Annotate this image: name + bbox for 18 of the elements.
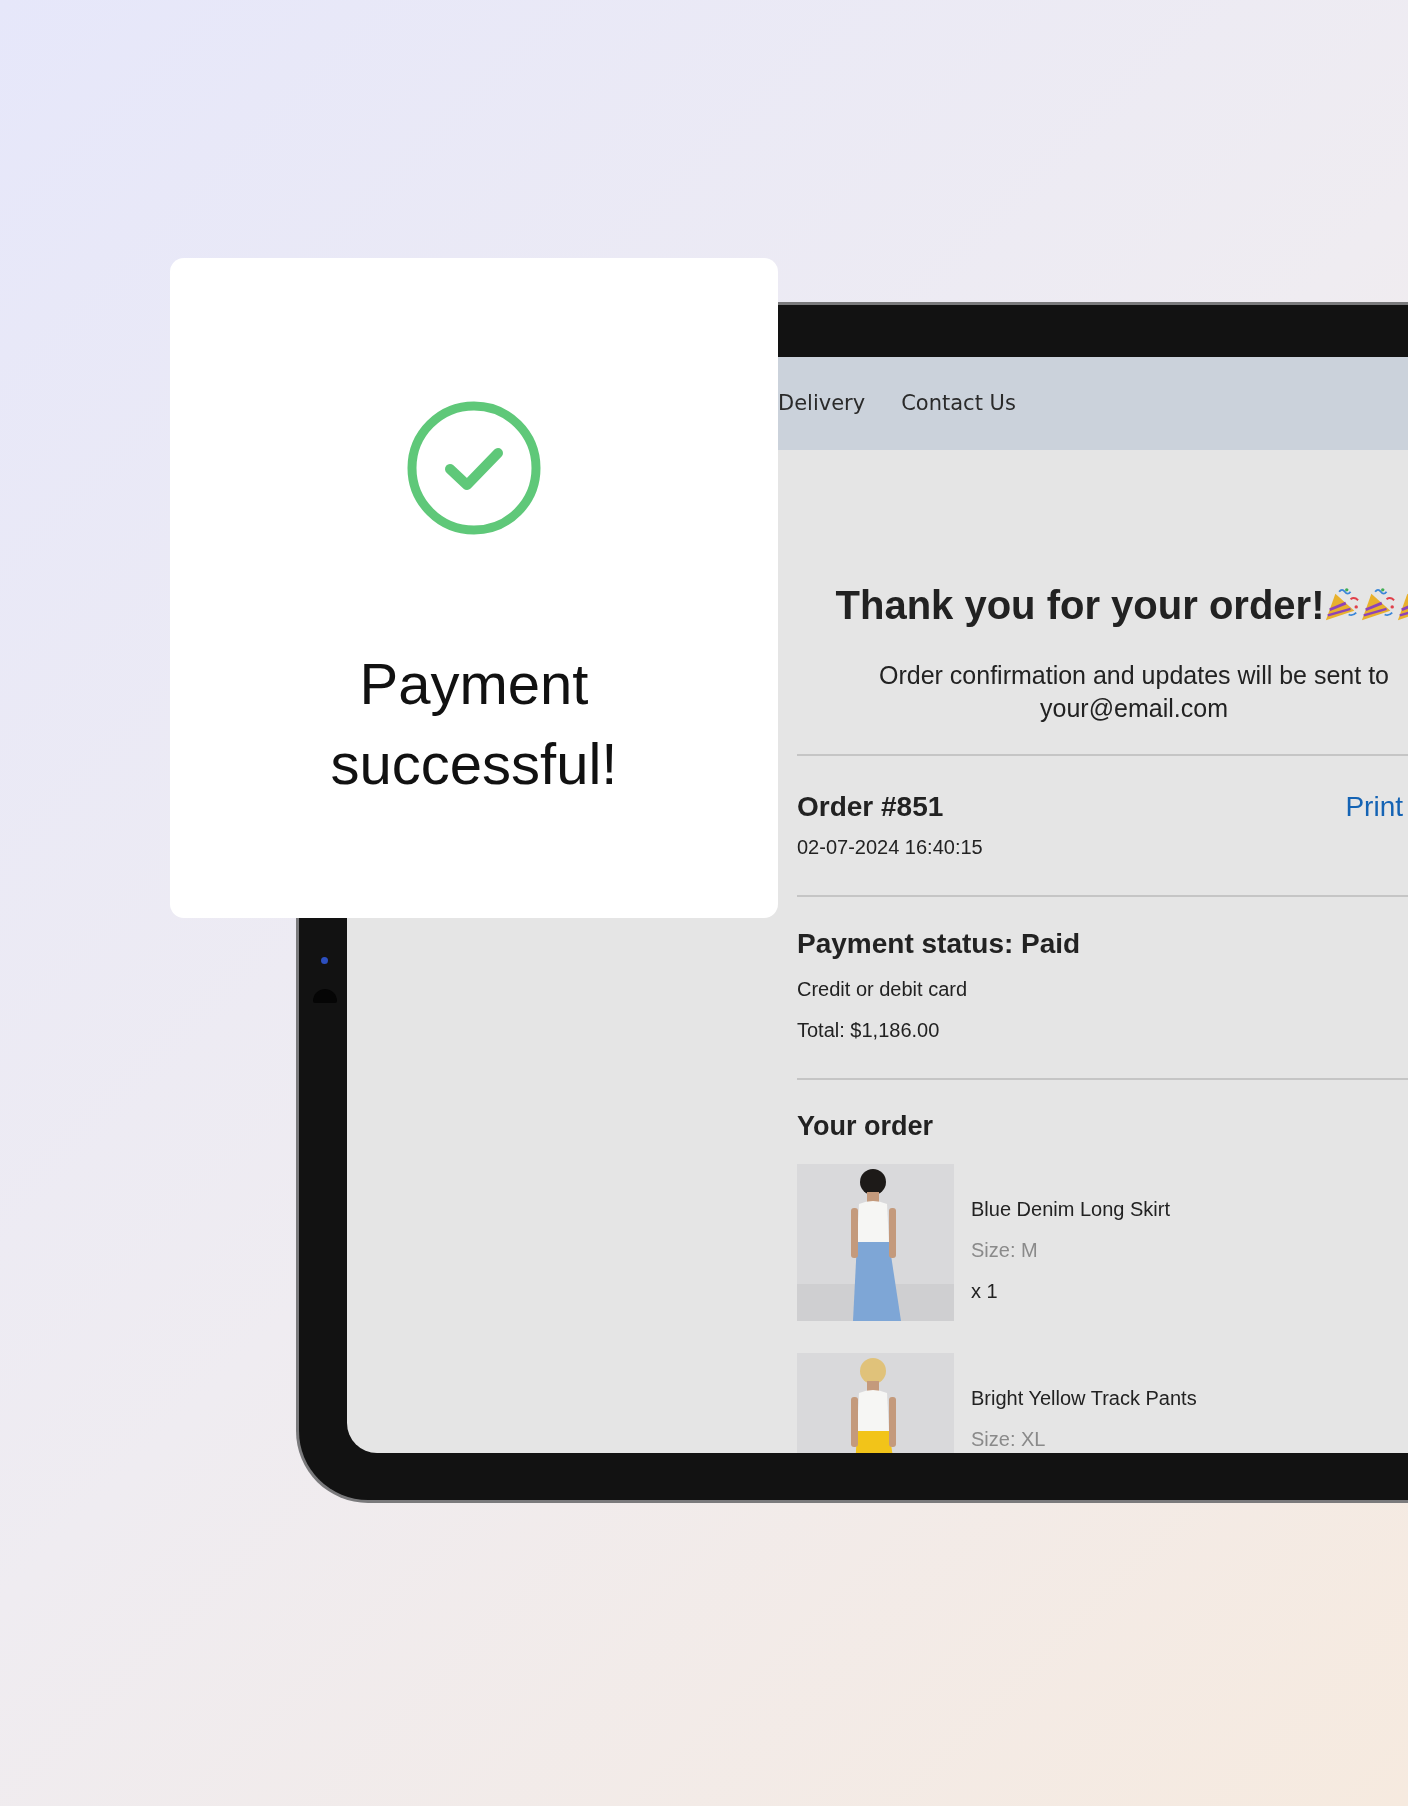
nav-link[interactable]: Delivery <box>778 387 866 420</box>
item-name: Blue Denim Long Skirt <box>971 1197 1170 1222</box>
confirmation-heading: Thank you for your order! <box>835 582 1325 629</box>
item-size: Size: XL <box>971 1427 1047 1452</box>
email-address: your@email.com <box>1039 692 1229 724</box>
order-number: Order #851 <box>797 790 944 824</box>
item-quantity: x 1 <box>971 1279 999 1304</box>
print-link[interactable]: Print <box>1345 786 1403 828</box>
order-total: Total: $1,186.00 <box>797 1017 941 1043</box>
order-date: 02-07-2024 16:40:15 <box>797 835 984 860</box>
payment-method: Credit or debit card <box>797 976 969 1002</box>
nav-link[interactable]: Contact Us <box>901 387 1016 420</box>
section-heading: Your order <box>797 1109 934 1142</box>
confirmation-message: Order confirmation and updates will be sent to <box>878 660 1390 691</box>
item-size: Size: M <box>971 1238 1039 1263</box>
item-name: Bright Yellow Track Pants <box>971 1386 1197 1411</box>
success-title: Payment successful! <box>329 650 619 799</box>
payment-status: Payment status: Paid <box>797 927 1082 961</box>
